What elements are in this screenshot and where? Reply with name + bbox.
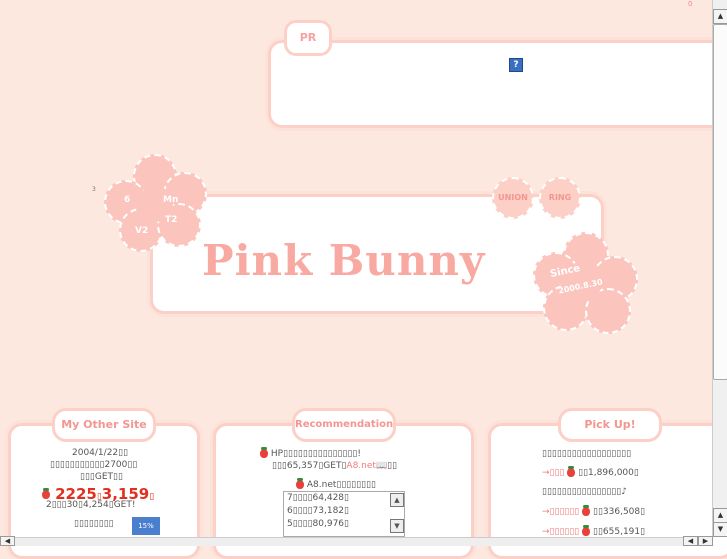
pickup-line: ▯▯▯▯▯▯▯▯▯▯▯▯▯▯▯▯▯▯ (542, 449, 632, 459)
scroll-up-button[interactable]: ▲ (713, 508, 727, 523)
tiny-mark: 3 (92, 186, 96, 193)
flower-label: Mn (163, 195, 179, 205)
other-site-get: 2▯▯▯30▯4,254▯GET! (46, 500, 136, 510)
other-site-date: 2004/1/22▯▯ (72, 448, 129, 458)
pickup-value: ▯▯655,191▯ (593, 527, 646, 537)
recommend-text: A8.net▯▯▯▯▯▯▯▯ (306, 480, 377, 490)
strawberry-icon (582, 525, 591, 536)
strawberry-icon (296, 478, 304, 489)
list-item[interactable]: 7▯▯▯▯64,428▯ (284, 492, 404, 505)
corner-mark: 0 (688, 0, 693, 8)
recommend-text: ▯▯▯65,357▯GET▯ (272, 461, 347, 471)
site-title: Pink Bunny (202, 236, 486, 285)
list-scroll-down[interactable]: ▼ (390, 519, 404, 533)
pickup-row: →▯▯▯▯▯▯ ▯▯336,508▯ (542, 505, 646, 517)
other-site-line: ▯▯▯▯▯▯▯▯ (74, 519, 114, 529)
pickup-link[interactable]: →▯▯▯▯▯▯ (542, 527, 579, 537)
strawberry-icon (42, 488, 50, 499)
other-site-tab: My Other Site (52, 408, 156, 442)
earnings-list[interactable]: 7▯▯▯▯64,428▯ 6▯▯▯▯73,182▯ 5▯▯▯▯80,976▯ (283, 491, 405, 537)
pickup-row: →▯▯▯▯▯▯ ▯▯655,191▯ (542, 525, 646, 537)
pickup-link[interactable]: →▯▯▯▯▯▯ (542, 507, 579, 517)
pickup-line: ▯▯▯▯▯▯▯▯▯▯▯▯▯▯▯▯♪ (542, 487, 627, 497)
pickup-value: ▯▯1,896,000▯ (578, 468, 639, 478)
flower-label: V2 (135, 226, 149, 236)
pickup-link[interactable]: →▯▯▯ (542, 468, 564, 478)
strawberry-icon (567, 466, 576, 477)
list-item[interactable]: 5▯▯▯▯80,976▯ (284, 518, 404, 531)
pr-box (268, 40, 727, 128)
list-scroll-up[interactable]: ▲ (390, 493, 404, 507)
recommend-text: HP▯▯▯▯▯▯▯▯▯▯▯▯▯▯▯! (270, 449, 361, 459)
site-badge[interactable]: 15% (132, 517, 160, 535)
strawberry-icon (582, 505, 591, 516)
recommend-line: A8.net▯▯▯▯▯▯▯▯ (296, 478, 377, 490)
a8-link[interactable]: A8.net (346, 461, 376, 471)
book-icon: 📖▯▯ (375, 461, 398, 471)
pickup-row: →▯▯▯ ▯▯1,896,000▯ (542, 466, 639, 478)
vertical-scroll-thumb[interactable] (713, 24, 727, 380)
strawberry-icon (260, 447, 268, 458)
pickup-tab: Pick Up! (558, 408, 662, 442)
list-item[interactable]: 6▯▯▯▯73,182▯ (284, 505, 404, 518)
flower-label: T2 (165, 215, 178, 225)
other-site-line: ▯▯▯GET▯▯ (80, 472, 123, 482)
union-button[interactable]: UNION (492, 177, 534, 219)
pickup-value: ▯▯336,508▯ (593, 507, 646, 517)
help-icon[interactable]: ? (509, 58, 523, 72)
pr-tab: PR (284, 20, 332, 56)
ring-button[interactable]: RING (539, 177, 581, 219)
other-site-line: ▯▯▯▯▯▯▯▯▯▯▯2700▯▯ (50, 460, 138, 470)
recommendation-tab: Recommendation (292, 408, 396, 442)
recommend-line: ▯▯▯65,357▯GET▯A8.net📖▯▯ (272, 461, 397, 471)
flower-label: 6 (124, 195, 131, 205)
scroll-up-button[interactable]: ▲ (713, 9, 727, 24)
scroll-down-button[interactable]: ▼ (713, 522, 727, 537)
recommend-line: HP▯▯▯▯▯▯▯▯▯▯▯▯▯▯▯! (260, 447, 361, 459)
